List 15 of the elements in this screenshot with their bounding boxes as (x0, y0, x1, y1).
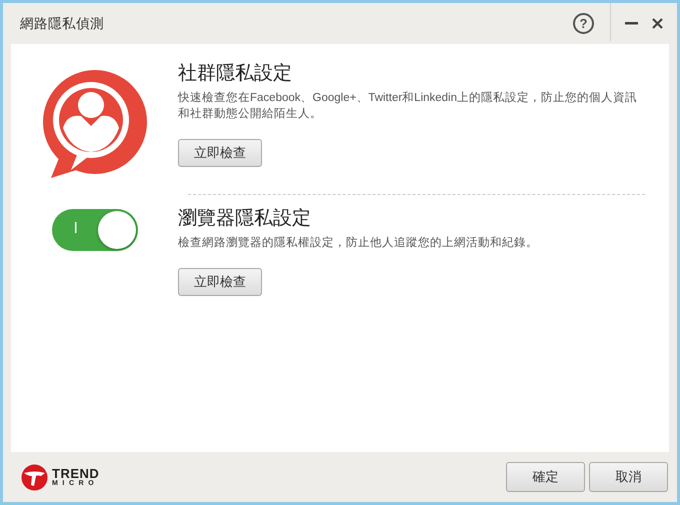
privacy-profile-icon (40, 70, 148, 180)
section-title: 瀏覽器隱私設定 (178, 207, 312, 231)
section-title: 社群隱私設定 (178, 62, 293, 86)
section-description: 檢查網路瀏覽器的隱私權設定，防止他人追蹤您的上網活動和紀錄。 (178, 236, 539, 251)
close-icon[interactable] (652, 18, 663, 29)
check-now-button[interactable]: 立即檢查 (178, 139, 262, 167)
logo-icon (21, 464, 48, 490)
minimize-icon[interactable] (625, 22, 638, 25)
check-now-button[interactable]: 立即檢查 (178, 268, 262, 296)
window-title: 網路隱私偵測 (20, 14, 105, 32)
cancel-button[interactable]: 取消 (589, 462, 668, 492)
help-icon[interactable]: ? (573, 13, 594, 34)
logo-text: TREND (52, 467, 100, 480)
ok-button[interactable]: 確定 (506, 462, 585, 492)
section-description: 快速檢查您在Facebook、Google+、Twitter和Linkedin上的隱私設定，防止您的個人資訊和社群動態公開給陌生人。 (178, 90, 638, 122)
